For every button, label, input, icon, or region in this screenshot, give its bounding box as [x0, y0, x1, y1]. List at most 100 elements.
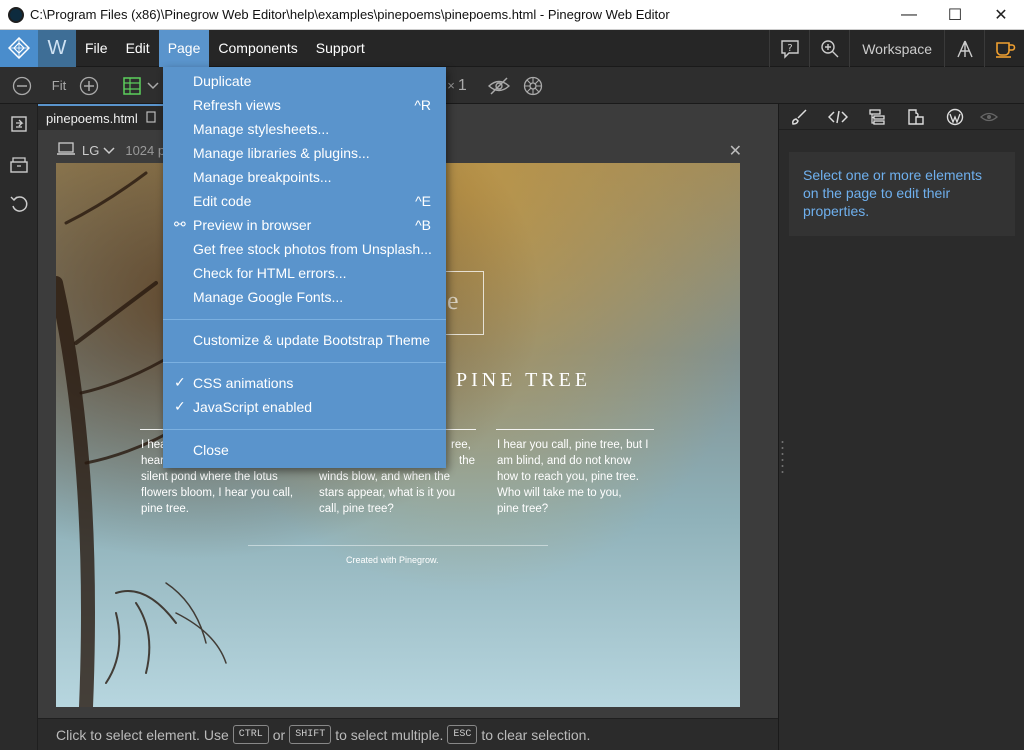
page-menu-dropdown: Duplicate Refresh views ^R Manage styles…: [163, 67, 446, 468]
library-box-icon[interactable]: [0, 144, 38, 184]
menu-item-label: Check for HTML errors...: [193, 265, 347, 281]
workspace-button[interactable]: Workspace: [849, 30, 944, 67]
menu-edit[interactable]: Edit: [117, 30, 159, 67]
menu-item-bootstrap-theme[interactable]: Customize & update Bootstrap Theme: [163, 329, 446, 353]
web-editor-logo[interactable]: W: [38, 29, 76, 67]
key-shift: SHIFT: [289, 725, 332, 744]
poem-line: pine tree.: [141, 503, 189, 515]
poem-line: I hear you call, pine tree, but I: [497, 439, 649, 451]
status-text-1: Click to select element. Use: [56, 726, 229, 743]
menu-support[interactable]: Support: [307, 30, 374, 67]
poem-line: how to reach you, pine tree.: [497, 471, 639, 483]
poem-line: flowers bloom, I hear you call,: [141, 487, 294, 499]
status-or: or: [272, 726, 286, 743]
left-sidebar: [0, 104, 38, 750]
zoom-icon[interactable]: [809, 30, 849, 67]
close-window-button[interactable]: ✕: [978, 0, 1024, 30]
menu-file[interactable]: File: [76, 30, 117, 67]
menu-item-manage-libraries[interactable]: Manage libraries & plugins...: [163, 142, 446, 166]
status-bar: Click to select element. Use CTRL or SHI…: [38, 718, 778, 750]
wordpress-icon[interactable]: [935, 104, 974, 130]
menu-item-shortcut: ^E: [415, 193, 431, 209]
menu-page[interactable]: Page: [158, 29, 210, 67]
preview-title: PINE TREE: [456, 369, 592, 391]
menu-item-label: Close: [193, 442, 229, 458]
laptop-icon[interactable]: [56, 141, 76, 159]
hide-eye-icon[interactable]: [486, 67, 512, 104]
title-bar: C:\Program Files (x86)\Pinegrow Web Edit…: [0, 0, 1024, 30]
components-puzzle-icon[interactable]: [896, 104, 935, 130]
menu-item-unsplash-photos[interactable]: Get free stock photos from Unsplash...: [163, 238, 446, 262]
style-brush-icon[interactable]: [779, 104, 818, 130]
menu-item-css-animations[interactable]: ✓ CSS animations: [163, 372, 446, 396]
code-tags-icon[interactable]: [818, 104, 857, 130]
undo-history-icon[interactable]: [0, 184, 38, 224]
coffee-cup-icon[interactable]: [984, 30, 1024, 67]
zoom-out-icon[interactable]: [10, 67, 34, 104]
device-size-label[interactable]: LG: [82, 143, 99, 158]
menu-item-shortcut: ^R: [414, 97, 431, 113]
window-title: C:\Program Files (x86)\Pinegrow Web Edit…: [30, 7, 670, 22]
menu-separator: [163, 319, 446, 320]
menu-item-javascript-enabled[interactable]: ✓ JavaScript enabled: [163, 396, 446, 420]
help-icon[interactable]: ?: [769, 30, 809, 67]
device-chevron-down-icon[interactable]: [103, 143, 115, 158]
page-width-label: 1024 p: [125, 142, 166, 158]
page-export-icon[interactable]: [0, 104, 38, 144]
settings-wheel-icon[interactable]: [520, 67, 546, 104]
menu-item-manage-breakpoints[interactable]: Manage breakpoints...: [163, 166, 446, 190]
menu-separator: [163, 429, 446, 430]
panel-resize-handle-icon[interactable]: [781, 440, 784, 474]
poem-line: silent pond where the lotus: [141, 471, 278, 483]
menu-item-manage-google-fonts[interactable]: Manage Google Fonts...: [163, 286, 446, 310]
menu-item-label: Preview in browser: [193, 217, 312, 233]
menu-item-label: CSS animations: [193, 375, 294, 391]
layout-dropdown-chevron-icon[interactable]: [146, 67, 160, 104]
status-text-2: to select multiple.: [335, 726, 444, 743]
tree-hierarchy-icon[interactable]: [857, 104, 896, 130]
link-icon: ⚯: [174, 216, 186, 232]
menu-item-label: Edit code: [193, 193, 252, 209]
checkmark-icon: ✓: [174, 398, 186, 414]
copy-icon[interactable]: [146, 110, 156, 126]
menubar-right: ? Workspace: [769, 30, 1024, 67]
toolbar: Fit × 1: [0, 67, 1024, 104]
menu-item-edit-code[interactable]: Edit code ^E: [163, 190, 446, 214]
menu-item-preview-in-browser[interactable]: ⚯ Preview in browser ^B: [163, 214, 446, 238]
times-glyph: ×: [447, 78, 455, 93]
window-controls: — ☐ ✕: [886, 0, 1024, 30]
menu-item-refresh-views[interactable]: Refresh views ^R: [163, 94, 446, 118]
minimize-button[interactable]: —: [886, 0, 932, 30]
pinegrow-app-icon: [8, 6, 24, 23]
visibility-eye-icon[interactable]: [974, 104, 1004, 130]
hero-letter: e: [447, 286, 459, 315]
tree-structure-icon[interactable]: [944, 30, 984, 67]
fit-zoom-label[interactable]: Fit: [48, 67, 70, 104]
poem-line: call, pine tree?: [319, 503, 394, 515]
preview-footer: Created with Pinegrow.: [346, 555, 439, 565]
properties-empty-message: Select one or more elements on the page …: [789, 152, 1015, 236]
zoom-in-icon[interactable]: [77, 67, 101, 104]
menu-item-check-html-errors[interactable]: Check for HTML errors...: [163, 262, 446, 286]
menu-separator: [163, 362, 446, 363]
poem-line: winds blow, and when the: [319, 471, 451, 483]
checkmark-icon: ✓: [174, 374, 186, 390]
menu-item-label: Manage breakpoints...: [193, 169, 332, 185]
view-count: × 1: [446, 67, 468, 104]
page-tab-label: pinepoems.html: [46, 110, 138, 126]
poem-line: stars appear, what is it you: [319, 487, 456, 499]
poem-line: am blind, and do not know: [497, 455, 632, 467]
key-ctrl: CTRL: [232, 725, 269, 744]
menu-item-duplicate[interactable]: Duplicate: [163, 70, 446, 94]
maximize-button[interactable]: ☐: [932, 0, 978, 30]
menu-item-label: Customize & update Bootstrap Theme: [193, 332, 431, 348]
poem-column-3: I hear you call, pine tree, but I am bli…: [497, 437, 672, 517]
footer-rule: [248, 545, 548, 546]
menu-item-close[interactable]: Close: [163, 439, 446, 463]
menu-components[interactable]: Components: [209, 30, 306, 67]
menu-bar: W File Edit Page Components Support ? Wo…: [0, 29, 1024, 67]
close-view-icon[interactable]: ✕: [729, 141, 742, 161]
layout-grid-icon[interactable]: [120, 67, 144, 104]
menu-item-manage-stylesheets[interactable]: Manage stylesheets...: [163, 118, 446, 142]
pinegrow-logo-icon[interactable]: [0, 29, 38, 67]
